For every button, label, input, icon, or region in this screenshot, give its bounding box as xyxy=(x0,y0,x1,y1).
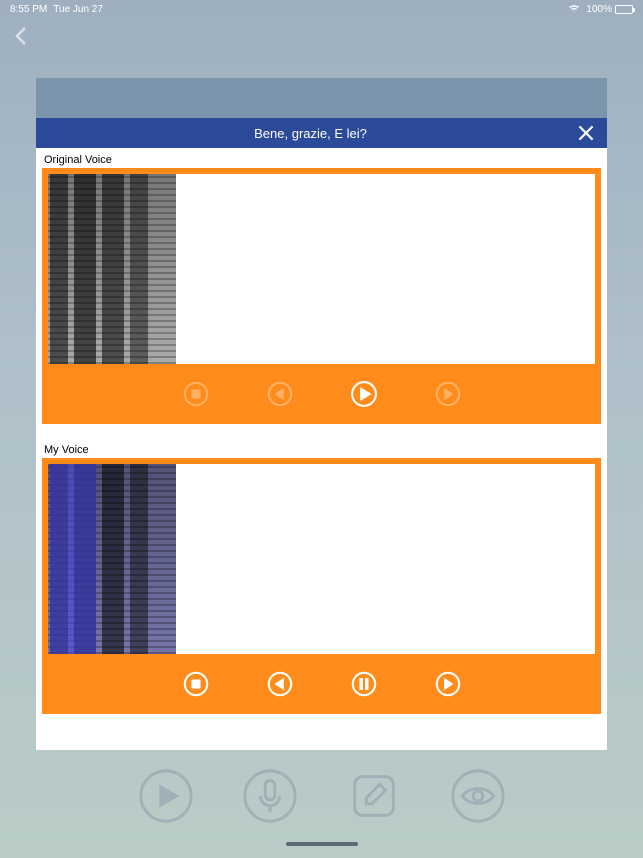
battery-indicator: 100% xyxy=(586,4,633,15)
status-time: 8:55 PM xyxy=(10,4,47,15)
original-controls xyxy=(48,364,595,424)
original-voice-panel xyxy=(42,168,601,424)
my-voice-panel xyxy=(42,458,601,714)
status-date: Tue Jun 27 xyxy=(53,4,103,15)
my-previous-button[interactable] xyxy=(266,670,294,698)
toolbar-view-button[interactable] xyxy=(449,767,507,825)
wifi-icon xyxy=(568,3,580,16)
battery-percent: 100% xyxy=(586,4,612,15)
my-voice-label: My Voice xyxy=(36,438,607,458)
original-next-button[interactable] xyxy=(434,380,462,408)
modal-header: Bene, grazie, E lei? xyxy=(36,118,607,148)
toolbar-play-button[interactable] xyxy=(137,767,195,825)
original-voice-label: Original Voice xyxy=(36,148,607,168)
original-stop-button[interactable] xyxy=(182,380,210,408)
my-controls xyxy=(48,654,595,714)
my-stop-button[interactable] xyxy=(182,670,210,698)
toolbar-edit-button[interactable] xyxy=(345,767,403,825)
modal-title: Bene, grazie, E lei? xyxy=(46,126,575,141)
toolbar-record-button[interactable] xyxy=(241,767,299,825)
back-button[interactable] xyxy=(10,24,34,48)
app-screen: 8:55 PM Tue Jun 27 100% Bene, grazie, E … xyxy=(0,0,643,858)
original-play-button[interactable] xyxy=(350,380,378,408)
bottom-toolbar xyxy=(0,760,643,832)
original-previous-button[interactable] xyxy=(266,380,294,408)
my-pause-button[interactable] xyxy=(350,670,378,698)
voice-compare-modal: Bene, grazie, E lei? Original Voice xyxy=(36,118,607,750)
original-spectrogram[interactable] xyxy=(48,174,595,364)
my-next-button[interactable] xyxy=(434,670,462,698)
home-indicator[interactable] xyxy=(286,842,358,846)
my-spectrogram[interactable] xyxy=(48,464,595,654)
status-bar: 8:55 PM Tue Jun 27 100% xyxy=(0,0,643,18)
close-button[interactable] xyxy=(575,122,597,144)
